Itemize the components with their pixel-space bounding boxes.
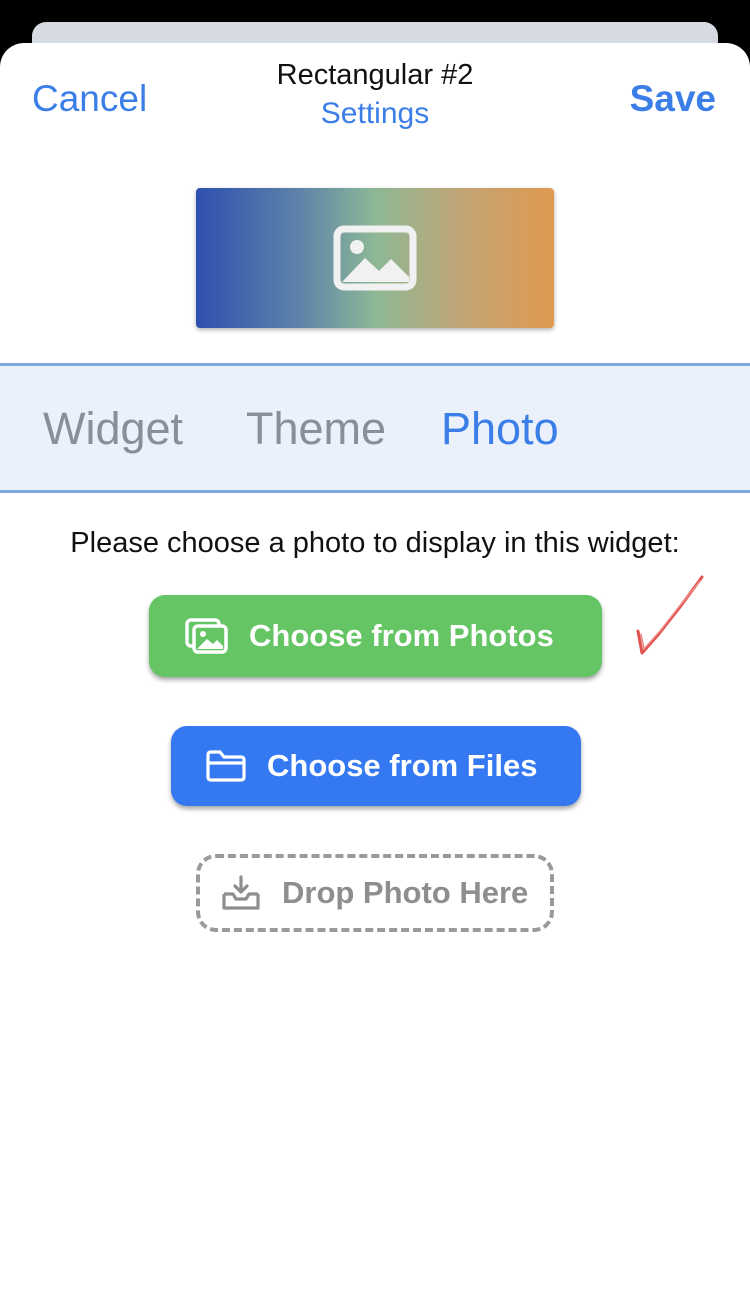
tab-widget[interactable]: Widget (43, 403, 183, 455)
drop-photo-zone[interactable]: Drop Photo Here (196, 854, 554, 932)
folder-icon (206, 750, 246, 782)
handwritten-checkmark-icon (636, 575, 704, 655)
choose-from-photos-button[interactable]: Choose from Photos (149, 595, 602, 677)
choose-from-photos-label: Choose from Photos (249, 618, 554, 653)
tab-theme[interactable]: Theme (246, 403, 386, 455)
tab-photo[interactable]: Photo (441, 403, 559, 455)
inbox-download-icon (222, 875, 260, 910)
choose-from-files-label: Choose from Files (267, 748, 538, 783)
drop-photo-label: Drop Photo Here (282, 875, 529, 910)
tab-bar: Widget Theme Photo (0, 363, 750, 493)
image-placeholder-icon (333, 225, 417, 291)
choose-from-files-button[interactable]: Choose from Files (171, 726, 581, 806)
widget-preview (196, 188, 554, 328)
photo-prompt: Please choose a photo to display in this… (70, 527, 680, 559)
settings-sheet: Cancel Rectangular #2 Settings Save Widg… (0, 43, 750, 1297)
photos-icon (185, 618, 228, 654)
save-button[interactable]: Save (630, 77, 716, 121)
